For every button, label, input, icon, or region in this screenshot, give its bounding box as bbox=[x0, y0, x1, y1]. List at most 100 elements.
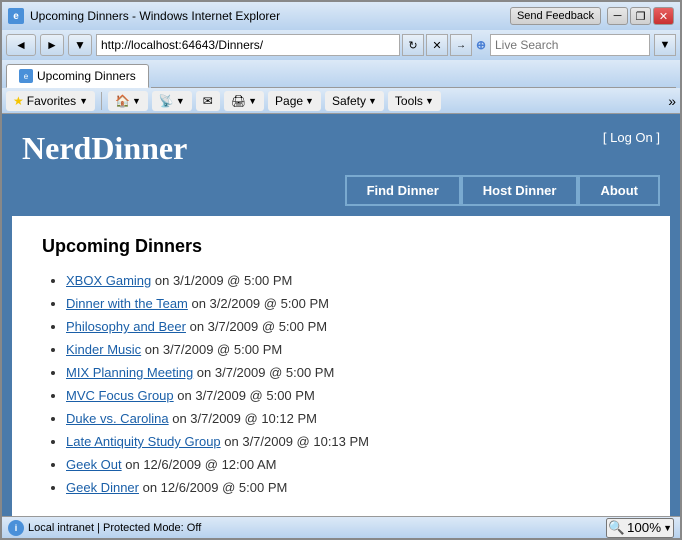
dinner-date: on 12/6/2009 @ 12:00 AM bbox=[122, 457, 277, 472]
page-scroll-area[interactable]: NerdDinner [ Log On ] Find Dinner Host D… bbox=[2, 114, 680, 516]
dinner-link[interactable]: Geek Out bbox=[66, 457, 122, 472]
dinner-link[interactable]: Geek Dinner bbox=[66, 480, 139, 495]
nav-bar: ◄ ► ▼ ↻ ✕ → ⊕ ▼ bbox=[2, 30, 680, 60]
safety-button[interactable]: Safety ▼ bbox=[325, 91, 384, 111]
site-body: Upcoming Dinners XBOX Gaming on 3/1/2009… bbox=[12, 216, 670, 516]
rss-icon: 📡 bbox=[159, 94, 174, 108]
list-item: Philosophy and Beer on 3/7/2009 @ 5:00 P… bbox=[66, 319, 640, 334]
zoom-dropdown-icon: ▼ bbox=[663, 523, 672, 533]
home-button[interactable]: 🏠 ▼ bbox=[108, 91, 148, 111]
status-text: Local intranet | Protected Mode: Off bbox=[28, 522, 201, 534]
back-button[interactable]: ◄ bbox=[6, 34, 36, 56]
status-bar: i Local intranet | Protected Mode: Off 🔍… bbox=[2, 516, 680, 538]
list-item: Duke vs. Carolina on 3/7/2009 @ 10:12 PM bbox=[66, 411, 640, 426]
print-dropdown-icon: ▼ bbox=[248, 96, 257, 106]
dinner-link[interactable]: Dinner with the Team bbox=[66, 296, 188, 311]
dinner-link[interactable]: MVC Focus Group bbox=[66, 388, 174, 403]
zoom-button[interactable]: 🔍 100% ▼ bbox=[606, 518, 674, 538]
nerddinner-page: NerdDinner [ Log On ] Find Dinner Host D… bbox=[2, 114, 680, 516]
list-item: Geek Dinner on 12/6/2009 @ 5:00 PM bbox=[66, 480, 640, 495]
go-button[interactable]: → bbox=[450, 34, 472, 56]
list-item: Dinner with the Team on 3/2/2009 @ 5:00 … bbox=[66, 296, 640, 311]
address-input[interactable] bbox=[96, 34, 400, 56]
zoom-level: 100% bbox=[627, 520, 661, 535]
dropdown-button[interactable]: ▼ bbox=[68, 34, 92, 56]
toolbar-bar: ★ Favorites ▼ 🏠 ▼ 📡 ▼ ✉ 🖨 ▼ Page ▼ Safet… bbox=[2, 88, 680, 114]
dinner-date: on 3/7/2009 @ 5:00 PM bbox=[174, 388, 315, 403]
toolbar-separator-1 bbox=[101, 92, 102, 110]
ie-icon: e bbox=[8, 8, 24, 24]
search-go-button[interactable]: ▼ bbox=[654, 34, 676, 56]
dinner-list: XBOX Gaming on 3/1/2009 @ 5:00 PM Dinner … bbox=[42, 273, 640, 495]
dinner-date: on 3/7/2009 @ 10:12 PM bbox=[169, 411, 317, 426]
about-nav[interactable]: About bbox=[578, 175, 660, 206]
dinner-date: on 3/2/2009 @ 5:00 PM bbox=[188, 296, 329, 311]
safety-dropdown-icon: ▼ bbox=[368, 96, 377, 106]
dinner-link[interactable]: XBOX Gaming bbox=[66, 273, 151, 288]
dinner-date: on 3/7/2009 @ 5:00 PM bbox=[186, 319, 327, 334]
search-input[interactable] bbox=[490, 34, 650, 56]
restore-button[interactable]: ❐ bbox=[630, 7, 651, 25]
home-icon: 🏠 bbox=[115, 94, 130, 108]
list-item: MVC Focus Group on 3/7/2009 @ 5:00 PM bbox=[66, 388, 640, 403]
dinner-date: on 3/1/2009 @ 5:00 PM bbox=[151, 273, 292, 288]
print-icon: 🖨 bbox=[231, 94, 246, 108]
dinner-link[interactable]: Philosophy and Beer bbox=[66, 319, 186, 334]
title-bar-left: e Upcoming Dinners - Windows Internet Ex… bbox=[8, 8, 280, 24]
close-button[interactable]: ✕ bbox=[653, 7, 674, 25]
title-bar: e Upcoming Dinners - Windows Internet Ex… bbox=[2, 2, 680, 30]
refresh-button[interactable]: ↻ bbox=[402, 34, 424, 56]
site-nav: Find Dinner Host Dinner About bbox=[2, 175, 680, 216]
status-right: 🔍 100% ▼ bbox=[606, 518, 674, 538]
status-left: i Local intranet | Protected Mode: Off bbox=[8, 520, 201, 536]
list-item: MIX Planning Meeting on 3/7/2009 @ 5:00 … bbox=[66, 365, 640, 380]
live-search-label: ⊕ bbox=[476, 38, 486, 52]
stop-button[interactable]: ✕ bbox=[426, 34, 448, 56]
tabs-bar: e Upcoming Dinners bbox=[2, 60, 680, 88]
page-heading: Upcoming Dinners bbox=[42, 236, 640, 257]
page-content: NerdDinner [ Log On ] Find Dinner Host D… bbox=[2, 114, 680, 516]
page-dropdown-icon: ▼ bbox=[305, 96, 314, 106]
tab-upcoming-dinners[interactable]: e Upcoming Dinners bbox=[6, 64, 149, 88]
browser-title: Upcoming Dinners - Windows Internet Expl… bbox=[30, 9, 280, 23]
zoom-icon: 🔍 bbox=[608, 520, 625, 536]
dinner-date: on 3/7/2009 @ 10:13 PM bbox=[221, 434, 369, 449]
dinner-date: on 12/6/2009 @ 5:00 PM bbox=[139, 480, 287, 495]
mail-button[interactable]: ✉ bbox=[196, 91, 220, 111]
dinner-date: on 3/7/2009 @ 5:00 PM bbox=[141, 342, 282, 357]
rss-button[interactable]: 📡 ▼ bbox=[152, 91, 192, 111]
dinner-link[interactable]: MIX Planning Meeting bbox=[66, 365, 193, 380]
star-icon: ★ bbox=[13, 94, 24, 108]
host-dinner-nav[interactable]: Host Dinner bbox=[461, 175, 579, 206]
site-title: NerdDinner bbox=[22, 130, 187, 167]
list-item: Kinder Music on 3/7/2009 @ 5:00 PM bbox=[66, 342, 640, 357]
window-controls: ─ ❐ ✕ bbox=[607, 7, 674, 25]
search-bar: ⊕ ▼ bbox=[476, 34, 676, 56]
dinner-link[interactable]: Duke vs. Carolina bbox=[66, 411, 169, 426]
list-item: XBOX Gaming on 3/1/2009 @ 5:00 PM bbox=[66, 273, 640, 288]
address-bar: ↻ ✕ → bbox=[96, 34, 472, 56]
login-link[interactable]: [ Log On ] bbox=[603, 130, 660, 145]
home-dropdown-icon: ▼ bbox=[132, 96, 141, 106]
print-button[interactable]: 🖨 ▼ bbox=[224, 91, 264, 111]
send-feedback-button[interactable]: Send Feedback bbox=[510, 7, 601, 25]
favorites-dropdown-icon: ▼ bbox=[79, 96, 88, 106]
dinner-link[interactable]: Kinder Music bbox=[66, 342, 141, 357]
minimize-button[interactable]: ─ bbox=[607, 7, 628, 25]
mail-icon: ✉ bbox=[203, 94, 213, 108]
favorites-button[interactable]: ★ Favorites ▼ bbox=[6, 91, 95, 111]
forward-button[interactable]: ► bbox=[40, 34, 64, 56]
tools-button[interactable]: Tools ▼ bbox=[388, 91, 441, 111]
tools-dropdown-icon: ▼ bbox=[425, 96, 434, 106]
find-dinner-nav[interactable]: Find Dinner bbox=[345, 175, 461, 206]
site-header: NerdDinner [ Log On ] bbox=[2, 114, 680, 175]
tab-label: Upcoming Dinners bbox=[37, 69, 136, 83]
dinner-link[interactable]: Late Antiquity Study Group bbox=[66, 434, 221, 449]
dinner-date: on 3/7/2009 @ 5:00 PM bbox=[193, 365, 334, 380]
page-button[interactable]: Page ▼ bbox=[268, 91, 321, 111]
intranet-icon: i bbox=[8, 520, 24, 536]
list-item: Late Antiquity Study Group on 3/7/2009 @… bbox=[66, 434, 640, 449]
more-tools-icon[interactable]: » bbox=[668, 93, 676, 109]
list-item: Geek Out on 12/6/2009 @ 12:00 AM bbox=[66, 457, 640, 472]
rss-dropdown-icon: ▼ bbox=[176, 96, 185, 106]
